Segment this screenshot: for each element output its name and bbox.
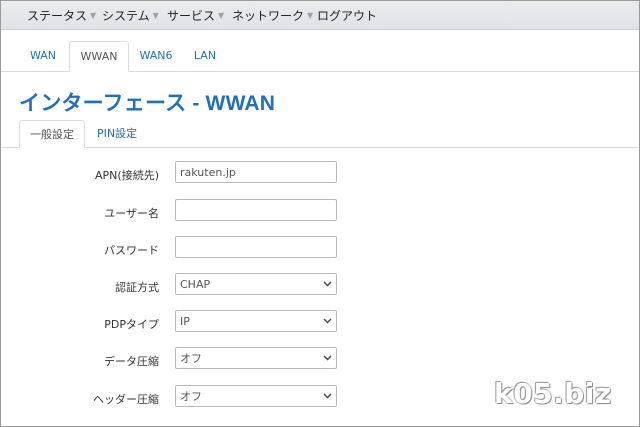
chevron-down-icon — [322, 279, 332, 289]
username-input[interactable] — [180, 200, 332, 220]
apn-input[interactable] — [180, 162, 332, 182]
chevron-down-icon — [322, 391, 332, 401]
pdp-select[interactable]: IP — [175, 310, 337, 332]
menu-services[interactable]: サービス ▼ — [167, 1, 224, 29]
password-field[interactable] — [175, 236, 337, 258]
tab-general-settings[interactable]: 一般設定 — [19, 120, 85, 148]
select-value: オフ — [180, 352, 202, 365]
menu-system[interactable]: システム ▼ — [102, 1, 159, 29]
menu-logout[interactable]: ログアウト — [317, 1, 377, 29]
auth-label: 認証方式 — [115, 281, 159, 294]
data-compression-label: データ圧縮 — [104, 355, 159, 368]
tab-wan6[interactable]: WAN6 — [133, 41, 179, 70]
tab-label: WAN — [29, 49, 57, 62]
chevron-down-icon — [322, 353, 332, 363]
tab-pin-settings[interactable]: PIN設定 — [89, 120, 145, 146]
password-label: パスワード — [104, 244, 159, 257]
menu-status[interactable]: ステータス ▼ — [27, 1, 96, 29]
menu-label: システム — [102, 8, 150, 23]
select-value: オフ — [180, 390, 202, 403]
tab-label: LAN — [193, 49, 217, 62]
select-value: CHAP — [180, 277, 211, 291]
data-compression-select[interactable]: オフ — [175, 347, 337, 369]
pdp-label: PDPタイプ — [104, 318, 159, 331]
menu-network[interactable]: ネットワーク ▼ — [232, 1, 313, 29]
tab-label: PIN設定 — [96, 127, 138, 140]
watermark-text: k05.biz — [494, 377, 612, 410]
apn-label: APN(接続先) — [95, 169, 159, 182]
page-title: インターフェース - WWAN — [19, 92, 276, 115]
select-value: IP — [180, 314, 190, 328]
menu-label: ステータス — [27, 8, 88, 23]
username-label: ユーザー名 — [104, 207, 159, 220]
tab-label: WWAN — [80, 50, 118, 63]
chevron-down-icon — [322, 316, 332, 326]
menu-label: サービス — [167, 8, 216, 23]
caret-down-icon: ▼ — [218, 10, 225, 20]
top-menu-bar: ステータス ▼ システム ▼ サービス ▼ ネットワーク ▼ ログアウト — [1, 1, 639, 30]
tab-label: WAN6 — [139, 49, 173, 62]
caret-down-icon: ▼ — [90, 10, 97, 20]
username-field[interactable] — [175, 199, 337, 221]
header-compression-select[interactable]: オフ — [175, 385, 337, 407]
tab-wwan[interactable]: WWAN — [69, 41, 129, 72]
menu-label: ネットワーク — [232, 8, 305, 23]
caret-down-icon: ▼ — [307, 10, 314, 20]
tab-wan[interactable]: WAN — [19, 41, 67, 70]
password-input[interactable] — [180, 237, 332, 257]
header-compression-label: ヘッダー圧縮 — [93, 393, 159, 406]
apn-field[interactable] — [175, 161, 337, 183]
interface-tabs: WAN WWAN WAN6 LAN — [1, 41, 639, 72]
tab-lan[interactable]: LAN — [185, 41, 225, 70]
auth-select[interactable]: CHAP — [175, 273, 337, 295]
section-tabs: 一般設定 PIN設定 — [1, 120, 639, 148]
app-window: ステータス ▼ システム ▼ サービス ▼ ネットワーク ▼ ログアウト WAN… — [0, 0, 640, 427]
caret-down-icon: ▼ — [152, 10, 159, 20]
tab-label: 一般設定 — [30, 128, 74, 141]
menu-label: ログアウト — [317, 8, 378, 23]
